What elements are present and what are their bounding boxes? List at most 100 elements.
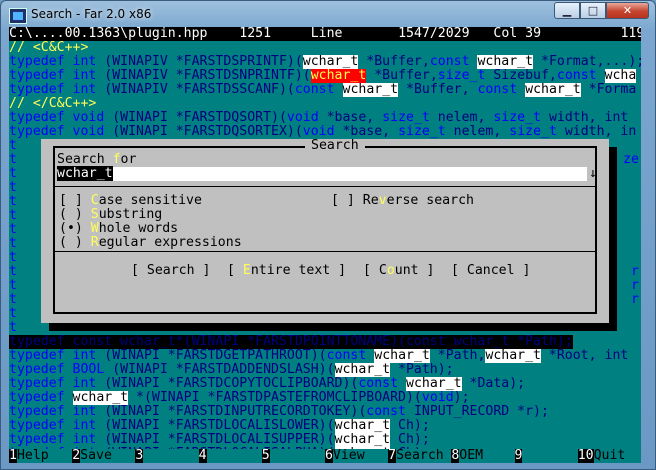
fkey-number: 2 bbox=[72, 448, 81, 463]
fkey-9[interactable]: 9 bbox=[514, 449, 578, 463]
maximize-button[interactable]: □ bbox=[580, 2, 606, 19]
code-token: typedef int bbox=[9, 377, 105, 391]
code-token: wchar_t bbox=[334, 419, 391, 433]
whole-words-radio[interactable]: (•) Whole words bbox=[59, 222, 178, 236]
code-token: (WINAPIV *FARSTDSSCANF)( bbox=[104, 83, 295, 97]
code-token: nelem, bbox=[429, 111, 494, 125]
code-line[interactable]: typedef int (WINAPIV *FARSTDSPRINTF)(wch… bbox=[9, 55, 641, 69]
fkey-number: 10 bbox=[577, 448, 594, 463]
fkey-8[interactable]: 8 OEM bbox=[451, 449, 515, 463]
fkey-5[interactable]: 5 bbox=[261, 448, 325, 463]
window-controls: ▁ □ ✕ bbox=[554, 2, 649, 19]
code-token: const bbox=[477, 83, 518, 97]
code-token: typedef int bbox=[9, 69, 105, 83]
code-token: *Buffer, bbox=[358, 55, 430, 69]
code-token: t bbox=[9, 237, 17, 251]
code-line[interactable]: typedef int (WINAPI *FARSTDINPUTRECORDTO… bbox=[9, 405, 641, 419]
status-col-label: Col bbox=[493, 27, 518, 41]
fkey-number: 5 bbox=[261, 448, 270, 463]
code-line[interactable]: typedef int (WINAPI *FARSTDLOCALISLOWER)… bbox=[9, 419, 641, 433]
code-token: typedef int bbox=[9, 419, 105, 433]
fkey-number: 6 bbox=[324, 448, 333, 463]
fkey-7[interactable]: 7 Search bbox=[388, 448, 452, 463]
code-token: (WINAPI *FARSTDCOPYTOCLIPBOARD)( bbox=[104, 377, 359, 391]
fkey-number: 7 bbox=[388, 448, 397, 463]
fkey-1[interactable]: 1 Help bbox=[9, 449, 73, 463]
code-token: wchar_t bbox=[72, 391, 129, 405]
code-right-edge: r bbox=[631, 293, 639, 307]
code-token: void bbox=[421, 391, 454, 405]
code-token: typedef int bbox=[9, 433, 105, 447]
code-token: (WINAPI *FARSTDLOCALISUPPER)( bbox=[104, 433, 335, 447]
code-token: *Buffer, bbox=[398, 83, 478, 97]
code-token: width, in bbox=[556, 125, 637, 139]
code-token: (WINAPI *FARSTDLOCALISLOWER)( bbox=[104, 419, 335, 433]
count-button[interactable]: [ Count ] bbox=[363, 264, 434, 278]
code-line[interactable]: typedef wchar_t *(WINAPI *FARSTDPASTEFRO… bbox=[9, 391, 641, 405]
dialog-title: Search bbox=[305, 139, 365, 153]
code-token: const bbox=[556, 69, 597, 83]
fkey-10[interactable]: 10 Quit bbox=[577, 448, 641, 463]
code-token: typedef int bbox=[9, 349, 105, 363]
fkey-6[interactable]: 6 View bbox=[324, 448, 389, 463]
history-arrow-icon[interactable]: ↓ bbox=[589, 167, 597, 181]
code-line[interactable]: typedef const wchar_t*(WINAPI *FARSTDPOI… bbox=[9, 335, 641, 349]
code-token: (WINAPIV *FARSTDSPRINTF)( bbox=[104, 55, 303, 69]
code-line[interactable]: t bbox=[9, 321, 641, 335]
code-line[interactable]: typedef void (WINAPI *FARSTDQSORTEX)(voi… bbox=[9, 125, 641, 139]
far-window: Search - Far 2.0 x86 ▁ □ ✕ C:\....00.136… bbox=[0, 0, 656, 470]
minimize-button[interactable]: ▁ bbox=[554, 2, 580, 19]
code-line[interactable]: // </C&C++> bbox=[9, 97, 641, 111]
status-path: C:\....00.1363\plugin.hpp bbox=[9, 27, 208, 41]
reverse-search-checkbox[interactable]: [ ] Reverse search bbox=[331, 194, 474, 208]
substring-radio[interactable]: ( ) Substring bbox=[59, 208, 162, 222]
code-line[interactable]: typedef int (WINAPIV *FARSTDSSCANF)( cons… bbox=[9, 83, 641, 97]
code-token: typedef int bbox=[9, 83, 105, 97]
code-token: typedef int bbox=[9, 405, 105, 419]
fkey-2[interactable]: 2 Save bbox=[72, 448, 136, 463]
code-token: size_t bbox=[437, 69, 486, 83]
code-line[interactable]: typedef int (WINAPI *FARSTDGETPATHROOT)(… bbox=[9, 349, 641, 363]
search-input[interactable]: wchar_t bbox=[57, 166, 587, 181]
fkey-4[interactable]: 4 bbox=[198, 449, 262, 463]
status-col: 39 bbox=[525, 27, 542, 41]
cancel-button[interactable]: [ Cancel ] bbox=[451, 264, 530, 278]
dialog-separator-2 bbox=[53, 251, 597, 252]
close-button[interactable]: ✕ bbox=[606, 2, 649, 19]
code-line[interactable]: typedef int (WINAPI *FARSTDLOCALISUPPER)… bbox=[9, 433, 641, 447]
case-sensitive-checkbox[interactable]: [ ] Case sensitive bbox=[59, 194, 202, 208]
code-token: *base, bbox=[334, 125, 399, 139]
console-area[interactable]: C:\....00.1363\plugin.hpp 1251 Line 1547… bbox=[9, 27, 641, 463]
code-token: t bbox=[9, 251, 17, 265]
code-token: t bbox=[9, 139, 17, 153]
code-token: wchar_t bbox=[477, 55, 534, 69]
far-app-icon bbox=[9, 8, 27, 24]
code-token: *(WINAPI *FARSTDPASTEFROMCLIPBOARD)( bbox=[128, 391, 422, 405]
regex-radio[interactable]: ( ) Regular expressions bbox=[59, 236, 242, 250]
code-token: *Format,...); bbox=[533, 55, 641, 69]
code-token: *Path); bbox=[390, 363, 454, 377]
title-bar[interactable]: Search - Far 2.0 x86 ▁ □ ✕ bbox=[1, 1, 655, 29]
code-token: wchar_t bbox=[374, 349, 430, 363]
code-token: t bbox=[9, 223, 17, 237]
code-line[interactable]: typedef BOOL (WINAPI *FARSTDADDENDSLASH)… bbox=[9, 363, 641, 377]
code-token: Ch); bbox=[390, 433, 430, 447]
search-button[interactable]: [ Search ] bbox=[131, 264, 210, 278]
code-token: wchar_t bbox=[302, 55, 359, 69]
code-line[interactable]: typedef void (WINAPI *FARSTDQSORT)(void … bbox=[9, 111, 641, 125]
fkey-label bbox=[269, 449, 325, 463]
code-token: size_t bbox=[398, 125, 446, 139]
code-line[interactable]: typedef int (WINAPIV *FARSTDSNPRINTF)(wc… bbox=[9, 69, 641, 83]
entire-text-button[interactable]: [ Entire text ] bbox=[227, 264, 346, 278]
code-line[interactable]: typedef int (WINAPI *FARSTDCOPYTOCLIPBOA… bbox=[9, 377, 641, 391]
code-token: t bbox=[9, 167, 17, 181]
code-line[interactable]: // <C&C++> bbox=[9, 41, 641, 55]
code-token: typedef void bbox=[9, 125, 113, 139]
fkey-3[interactable]: 3 bbox=[135, 449, 199, 463]
code-token: (WINAPI *FARSTDADDENDSLASH)( bbox=[112, 363, 335, 377]
fkey-label bbox=[522, 449, 578, 463]
code-token: t bbox=[9, 307, 17, 321]
code-token: t bbox=[9, 265, 17, 279]
